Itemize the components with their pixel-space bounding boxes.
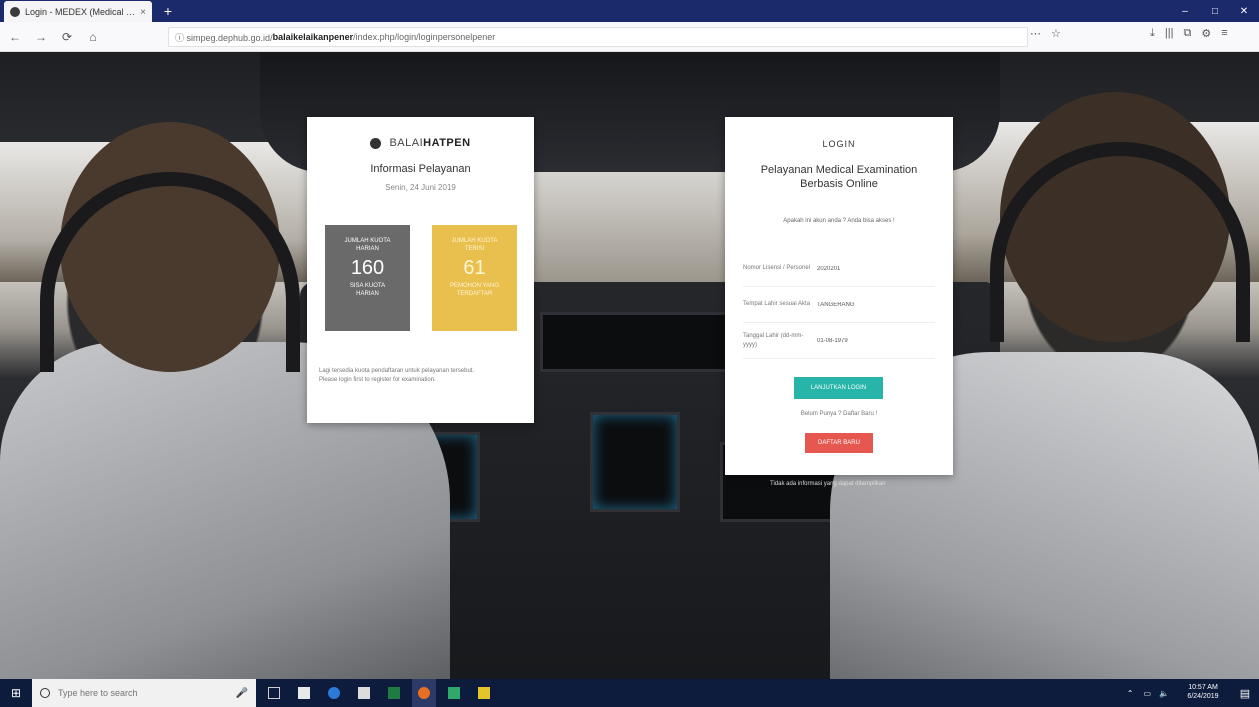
url-path: /index.php/login/loginpersonelpener (353, 32, 496, 42)
form-row-birthplace: Tempat Lahir sesuai Akta (743, 287, 935, 323)
stat-daily-quota: JUMLAH KUOTA HARIAN 160 SISA KUOTA HARIA… (325, 225, 410, 331)
os-taskbar: ⊞ 🎤 ⌃ ▭ 🔈 10:57 AM 6/24/2019 ▤ (0, 679, 1259, 707)
register-prompt-link[interactable]: Belum Punya ? Daftar Baru ! (725, 411, 953, 417)
url-actions: ⋯ ☆ (1030, 27, 1061, 40)
app-icon[interactable] (472, 679, 496, 707)
excel-icon[interactable] (382, 679, 406, 707)
license-input[interactable] (817, 265, 935, 272)
login-form: Nomor Lisensi / Personel Tempat Lahir se… (743, 251, 935, 359)
tray-expand-icon[interactable]: ⌃ (1127, 689, 1134, 698)
info-note-line: Please login first to register for exami… (319, 377, 436, 384)
task-view-icon[interactable] (262, 679, 286, 707)
page-actions-icon[interactable]: ⋯ (1030, 27, 1041, 40)
volume-icon[interactable]: 🔈 (1159, 689, 1169, 698)
notification-icon[interactable]: ▤ (1231, 687, 1259, 700)
cortana-icon (40, 688, 50, 698)
maximize-button[interactable]: □ (1200, 0, 1230, 22)
stat-filled-quota: JUMLAH KUOTA TERISI 61 PEMOHON YANG TERD… (432, 225, 517, 331)
info-card: BALAI HATPEN Informasi Pelayanan Senin, … (307, 117, 534, 423)
taskbar-search-input[interactable] (58, 688, 236, 698)
library-icon[interactable]: ||| (1165, 27, 1174, 40)
firefox-icon[interactable] (412, 679, 436, 707)
instrument-screen (540, 312, 740, 372)
favicon-icon (10, 7, 20, 17)
battery-icon[interactable]: ▭ (1143, 689, 1151, 698)
info-note: Lagi tersedia kuota pendaftaran untuk pe… (319, 367, 522, 386)
login-title: LOGIN (822, 139, 856, 149)
stats-row: JUMLAH KUOTA HARIAN 160 SISA KUOTA HARIA… (325, 225, 517, 331)
info-date: Senin, 24 Juni 2019 (385, 183, 456, 192)
sidebar-icon[interactable]: ⧉ (1183, 27, 1191, 40)
photos-icon[interactable] (442, 679, 466, 707)
info-title: Informasi Pelayanan (370, 163, 471, 175)
under-card-note: Tidak ada informasi yang dapat ditampilk… (770, 481, 886, 487)
start-button[interactable]: ⊞ (0, 679, 32, 707)
home-button[interactable]: ⌂ (82, 26, 104, 48)
brand-logo: BALAI HATPEN (307, 137, 534, 149)
birthdate-label: Tanggal Lahir (dd-mm-yyyy) (743, 332, 804, 348)
register-button[interactable]: DAFTAR BARU (805, 433, 873, 453)
microphone-icon[interactable]: 🎤 (236, 688, 248, 699)
stat-label: SISA KUOTA (349, 282, 386, 289)
brand-name: HATPEN (423, 137, 471, 149)
tab-close-icon[interactable]: × (140, 7, 146, 18)
back-button[interactable]: ← (4, 26, 26, 48)
brand-prefix: BALAI (389, 137, 424, 149)
stat-label: HARIAN (356, 291, 379, 298)
form-row-license: Nomor Lisensi / Personel (743, 251, 935, 287)
stat-label: JUMLAH KUOTA (344, 238, 391, 244)
browser-navbar: ← → ⟳ ⌂ ⓘ simpeg.dephub.go.id/ balaikela… (0, 22, 1259, 52)
birthdate-input[interactable] (817, 337, 935, 344)
store-icon[interactable] (292, 679, 316, 707)
menu-icon[interactable]: ≡ (1221, 27, 1227, 40)
license-label: Nomor Lisensi / Personel (743, 265, 811, 271)
browser-tab[interactable]: Login - MEDEX (Medical Examin... × (4, 1, 152, 23)
form-row-birthdate: Tanggal Lahir (dd-mm-yyyy) (743, 323, 935, 359)
clock[interactable]: 10:57 AM 6/24/2019 (1175, 684, 1231, 702)
page-background (0, 52, 1259, 679)
bookmark-star-icon[interactable]: ☆ (1051, 27, 1061, 40)
login-submit-button[interactable]: LANJUTKAN LOGIN (794, 377, 883, 399)
close-window-button[interactable]: ✕ (1229, 0, 1259, 22)
reload-button[interactable]: ⟳ (56, 26, 78, 48)
stat-label: TERDAFTAR (456, 291, 493, 298)
settings-icon[interactable]: ⚙ (1201, 27, 1211, 40)
clock-time: 10:57 AM (1188, 684, 1218, 692)
stat-number: 61 (463, 256, 486, 279)
edge-icon[interactable] (322, 679, 346, 707)
login-subtitle: Pelayanan Medical Examination Berbasis O… (760, 164, 918, 191)
stat-number: 160 (350, 256, 385, 279)
url-domain: balaikelaikanpener (272, 32, 354, 42)
birthplace-label: Tempat Lahir sesuai Akta (743, 301, 811, 307)
new-tab-button[interactable]: + (160, 3, 176, 19)
stat-label: TERISI (464, 246, 485, 253)
tab-title: Login - MEDEX (Medical Examin... (25, 7, 137, 17)
browser-titlebar: Login - MEDEX (Medical Examin... × + – □… (0, 0, 1259, 23)
url-bar[interactable]: ⓘ simpeg.dephub.go.id/ balaikelaikanpene… (168, 27, 1028, 47)
toolbar-icons: ⤓ ||| ⧉ ⚙ ≡ (1150, 27, 1228, 40)
download-icon[interactable]: ⤓ (1150, 27, 1155, 40)
mail-icon[interactable] (352, 679, 376, 707)
system-tray: ⌃ ▭ 🔈 10:57 AM 6/24/2019 ▤ (1127, 679, 1259, 707)
stat-label: HARIAN (356, 246, 379, 253)
instrument-screen (590, 412, 680, 512)
birthplace-input[interactable] (817, 301, 935, 308)
login-card: LOGIN Pelayanan Medical Examination Berb… (725, 117, 953, 475)
login-hint: Apakah ini akun anda ? Anda bisa akses ! (783, 217, 895, 224)
minimize-button[interactable]: – (1170, 0, 1200, 22)
info-note-line: Lagi tersedia kuota pendaftaran untuk pe… (319, 368, 475, 374)
logo-icon (370, 137, 382, 149)
stat-label: PEMOHON YANG (449, 282, 500, 289)
stat-label: JUMLAH KUOTA (451, 238, 498, 244)
taskbar-search[interactable]: 🎤 (32, 679, 256, 707)
url-prefix: ⓘ simpeg.dephub.go.id/ (175, 32, 273, 43)
forward-button[interactable]: → (30, 26, 52, 48)
clock-date: 6/24/2019 (1187, 693, 1219, 700)
